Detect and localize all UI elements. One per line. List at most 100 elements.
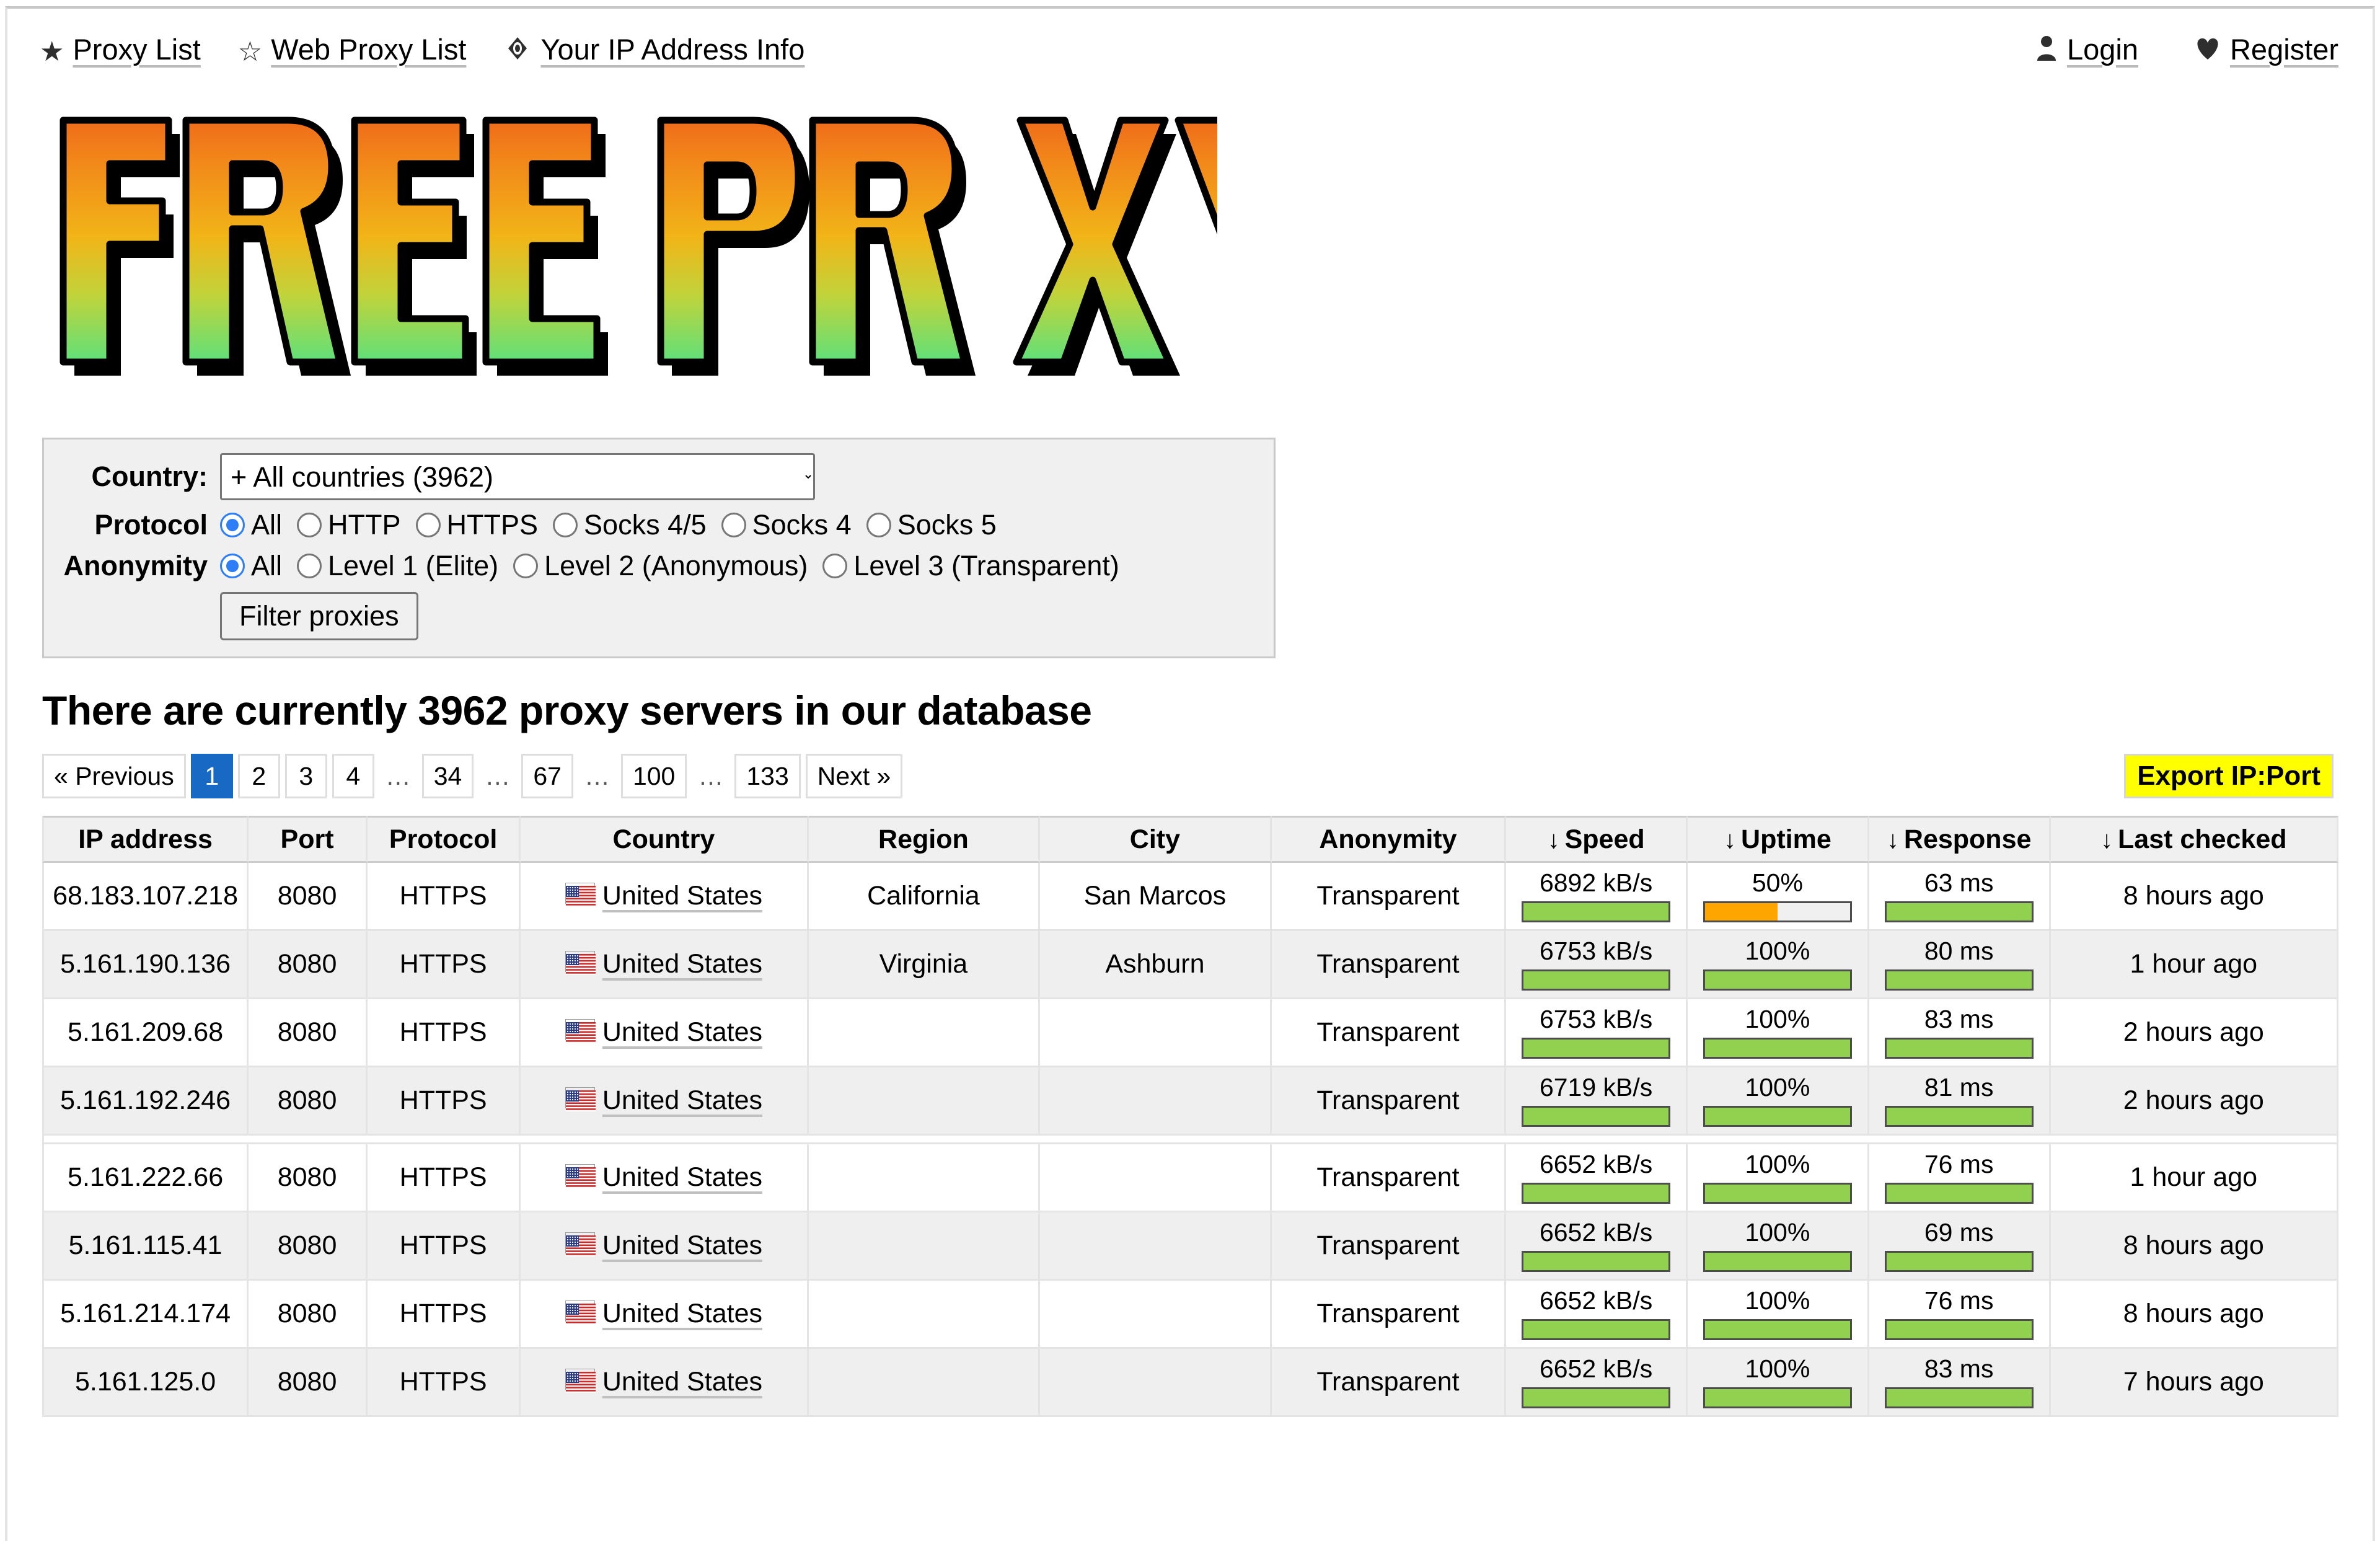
filter-proxies-button[interactable]: Filter proxies (220, 592, 418, 640)
cell-ip-address: 5.161.125.0 (42, 1349, 249, 1417)
pagination-page-133[interactable]: 133 (734, 754, 801, 798)
radio-indicator[interactable] (822, 554, 848, 578)
protocol-option-https[interactable]: HTTPS (415, 509, 538, 541)
cell-response: 83 ms (1869, 1349, 2051, 1417)
nav-item-register[interactable]: Register (2194, 32, 2338, 66)
pagination-page-4[interactable]: 4 (332, 754, 374, 798)
protocol-option-all[interactable]: All (220, 509, 282, 541)
column-header-speed[interactable]: ↓ Speed (1506, 816, 1688, 863)
cell-last-checked: 2 hours ago (2050, 1067, 2338, 1136)
cell-speed: 6652 kB/s (1506, 1212, 1688, 1281)
metric-bar (1703, 1387, 1852, 1409)
country-link[interactable]: United States (602, 1367, 762, 1397)
cell-ip-address: 5.161.192.246 (42, 1067, 249, 1136)
country-link[interactable]: United States (602, 1085, 762, 1115)
export-ip-port-button[interactable]: Export IP:Port (2124, 754, 2334, 798)
column-header-uptime[interactable]: ↓ Uptime (1688, 816, 1869, 863)
protocol-option-http[interactable]: HTTP (297, 509, 401, 541)
anonymity-option-label: Level 1 (Elite) (328, 550, 499, 581)
pagination-page-100[interactable]: 100 (620, 754, 687, 798)
metric-value: 100% (1745, 1354, 1810, 1383)
site-logo[interactable] (40, 89, 1254, 424)
us-flag-icon-svg (565, 1022, 596, 1043)
cell-protocol: HTTPS (367, 999, 521, 1067)
metric-bar (1522, 1038, 1671, 1059)
metric-bar-fill (1704, 1108, 1850, 1126)
radio-indicator[interactable] (513, 554, 539, 578)
anonymity-option-level-3[interactable]: Level 3 (Transparent) (822, 550, 1119, 582)
pagination-page-34[interactable]: 34 (421, 754, 474, 798)
protocol-option-socks45[interactable]: Socks 4/5 (553, 509, 707, 541)
filter-panel: Country: + All countries (3962) Protocol… (42, 438, 1276, 658)
pagination-page-2[interactable]: 2 (237, 754, 280, 798)
country-link[interactable]: United States (602, 1299, 762, 1328)
column-header-country[interactable]: Country (521, 816, 809, 863)
radio-indicator[interactable] (297, 554, 322, 578)
country-select[interactable]: + All countries (3962) (220, 453, 815, 500)
cell-country: United States (521, 931, 809, 999)
column-header-region[interactable]: Region (808, 816, 1041, 863)
column-header-response[interactable]: ↓ Response (1869, 816, 2051, 863)
cell-anonymity: Transparent (1271, 1144, 1507, 1212)
column-header-protocol[interactable]: Protocol (367, 816, 521, 863)
country-link[interactable]: United States (602, 1162, 762, 1192)
cell-region (808, 1067, 1041, 1136)
radio-indicator[interactable] (297, 513, 322, 537)
anonymity-option-level-2[interactable]: Level 2 (Anonymous) (513, 550, 808, 582)
nav-item-label: Proxy List (73, 33, 201, 66)
pagination-page-1[interactable]: 1 (190, 754, 233, 798)
pagination-next[interactable]: Next » (805, 754, 903, 798)
country-link[interactable]: United States (602, 949, 762, 979)
nav-item-login[interactable]: Login (2035, 32, 2138, 66)
radio-indicator[interactable] (220, 554, 245, 578)
cell-city (1040, 1212, 1272, 1281)
cell-speed: 6753 kB/s (1506, 999, 1688, 1067)
radio-indicator[interactable] (220, 513, 245, 537)
metric-bar-fill (1886, 1040, 2032, 1058)
metric-value: 100% (1745, 1149, 1810, 1178)
cell-last-checked: 1 hour ago (2050, 1144, 2338, 1212)
protocol-option-socks5[interactable]: Socks 5 (866, 509, 997, 541)
nav-item-your-ip-address-info[interactable]: Your IP Address Info (503, 32, 804, 66)
column-header-port[interactable]: Port (249, 816, 368, 863)
metric-bar (1703, 901, 1852, 923)
metric-value: 6753 kB/s (1539, 936, 1653, 965)
star-filled-icon: ★ (40, 37, 64, 67)
cell-ip-address: 5.161.222.66 (42, 1144, 249, 1212)
cell-protocol: HTTPS (367, 1144, 521, 1212)
cell-port: 8080 (249, 863, 368, 931)
cell-city (1040, 1349, 1272, 1417)
pagination-page-67[interactable]: 67 (521, 754, 573, 798)
country-link[interactable]: United States (602, 1017, 762, 1047)
metric-value: 6652 kB/s (1539, 1149, 1653, 1178)
radio-indicator[interactable] (553, 513, 578, 537)
radio-indicator[interactable] (415, 513, 441, 537)
metric-value: 6753 kB/s (1539, 1004, 1653, 1033)
pagination-previous[interactable]: « Previous (42, 754, 186, 798)
metric-bar (1703, 1319, 1852, 1341)
column-header-city[interactable]: City (1040, 816, 1272, 863)
metric-bar (1522, 969, 1671, 991)
column-header-anonymity[interactable]: Anonymity (1271, 816, 1507, 863)
anonymity-option-label: Level 3 (Transparent) (853, 550, 1119, 581)
anonymity-option-all[interactable]: All (220, 550, 282, 582)
country-link[interactable]: United States (602, 1230, 762, 1260)
radio-indicator[interactable] (866, 513, 891, 537)
cell-port: 8080 (249, 1281, 368, 1349)
metric-value: 100% (1745, 936, 1810, 965)
radio-indicator[interactable] (721, 513, 746, 537)
cell-port: 8080 (249, 931, 368, 999)
nav-item-web-proxy-list[interactable]: ☆ Web Proxy List (238, 32, 467, 66)
eye-icon-svg (508, 37, 527, 60)
metric-value: 100% (1745, 1286, 1810, 1315)
column-header-last-checked[interactable]: ↓ Last checked (2050, 816, 2338, 863)
cell-anonymity: Transparent (1271, 1349, 1507, 1417)
country-link[interactable]: United States (602, 881, 762, 911)
nav-item-proxy-list[interactable]: ★ Proxy List (40, 32, 201, 66)
cell-response: 83 ms (1869, 999, 2051, 1067)
protocol-option-label: Socks 4 (752, 509, 852, 541)
protocol-option-socks4[interactable]: Socks 4 (721, 509, 852, 541)
column-header-ip-address[interactable]: IP address (42, 816, 249, 863)
pagination-page-3[interactable]: 3 (284, 754, 327, 798)
anonymity-option-level-1[interactable]: Level 1 (Elite) (297, 550, 498, 582)
